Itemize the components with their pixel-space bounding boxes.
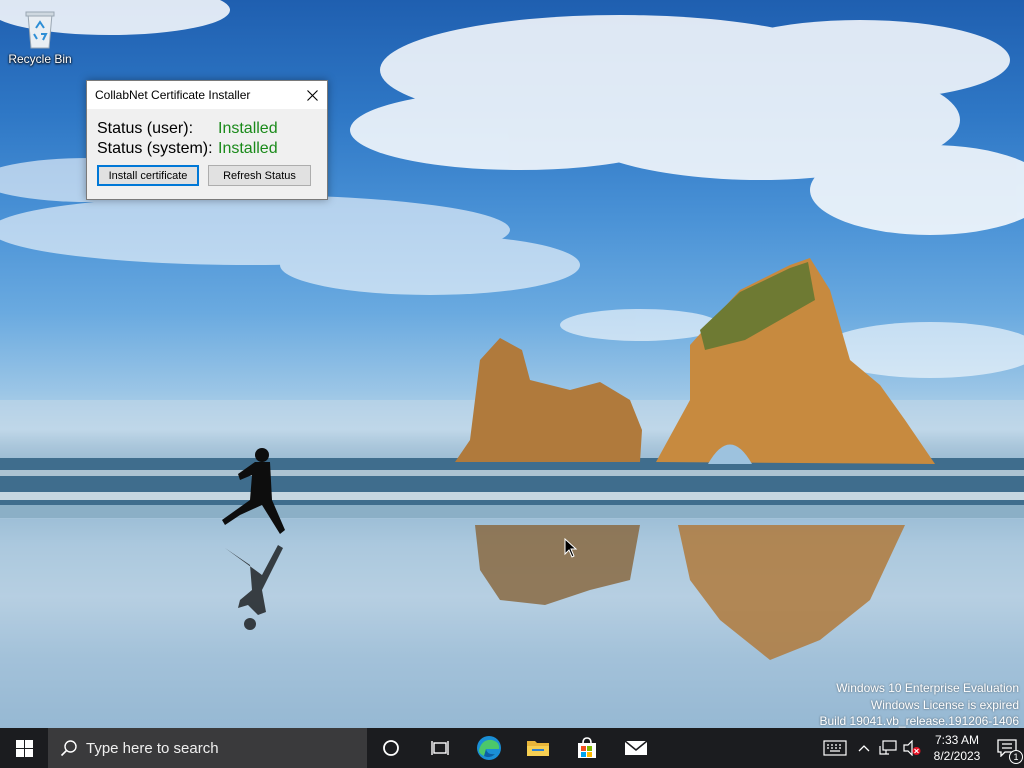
keyboard-icon [823,740,847,756]
status-user-value: Installed [218,120,278,137]
file-explorer-icon [526,741,549,756]
status-user-label: Status (user): [97,120,194,137]
file-explorer-button[interactable] [513,728,562,768]
recycle-bin-label: Recycle Bin [8,52,72,66]
taskbar-search-box[interactable]: Type here to search [48,728,367,768]
search-icon [60,740,77,757]
status-system-value: Installed [218,140,278,157]
window-titlebar[interactable]: CollabNet Certificate Installer [87,81,327,109]
close-icon [306,89,318,101]
recycle-bin-icon [25,11,55,49]
taskbar-clock[interactable]: 7:33 AM 8/2/2023 [924,732,990,764]
mail-icon [623,740,648,755]
windows-logo-icon [15,739,33,757]
cortana-icon [383,740,399,756]
touch-keyboard-button[interactable] [818,728,852,768]
action-center-button[interactable]: 1 [990,728,1024,768]
network-icon [879,740,897,755]
start-button[interactable] [0,728,48,768]
status-system-row: Status (system): Installed [97,139,327,159]
chevron-up-icon [858,745,870,752]
cortana-button[interactable] [367,728,415,768]
volume-muted-icon [903,740,921,756]
mouse-cursor-icon [564,538,578,558]
window-title: CollabNet Certificate Installer [95,88,251,102]
edge-icon [476,736,501,760]
button-row: Install certificate Refresh Status [97,165,327,186]
mail-button[interactable] [611,728,660,768]
store-button[interactable] [562,728,611,768]
status-system-label: Status (system): [97,140,213,157]
clock-time: 7:33 AM [934,733,980,747]
certificate-installer-window[interactable]: CollabNet Certificate Installer Status (… [86,80,328,200]
install-certificate-button[interactable]: Install certificate [97,165,199,186]
task-view-icon [430,741,449,755]
close-button[interactable] [297,81,327,109]
watermark-license: Windows License is expired [870,697,1019,712]
recycle-bin-shortcut[interactable]: Recycle Bin [4,6,76,76]
edge-button[interactable] [464,728,513,768]
refresh-status-button[interactable]: Refresh Status [208,165,311,186]
notification-count-badge: 1 [1009,750,1023,764]
desktop[interactable]: Recycle Bin CollabNet Certificate Instal… [0,0,1024,728]
windows-watermark: Windows 10 Enterprise Evaluation Windows… [820,680,1020,728]
watermark-edition: Windows 10 Enterprise Evaluation [836,681,1019,695]
system-tray: 7:33 AM 8/2/2023 1 [818,728,1024,768]
watermark-build: Build 19041.vb_release.191206-1406 [819,714,1020,728]
task-view-button[interactable] [415,728,464,768]
search-placeholder: Type here to search [86,739,219,757]
status-user-row: Status (user): Installed [97,119,327,139]
store-icon [577,737,596,758]
taskbar: Type here to search 7:33 AM 8/2/2023 1 [0,728,1024,768]
volume-button[interactable] [900,728,924,768]
show-hidden-icons-button[interactable] [852,728,876,768]
clock-date: 8/2/2023 [933,749,981,763]
network-button[interactable] [876,728,900,768]
window-body: Status (user): Installed Status (system)… [87,109,327,186]
